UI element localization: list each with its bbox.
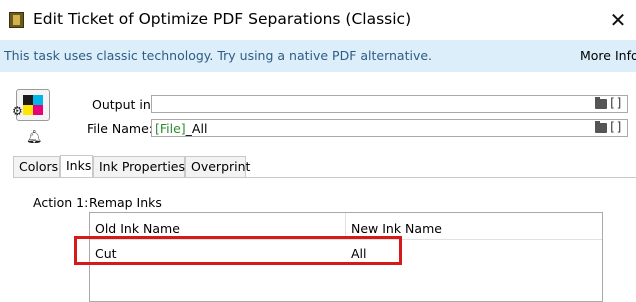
variable-bracket-icon[interactable]: []: [609, 120, 623, 134]
tab-colors[interactable]: Colors: [13, 156, 60, 177]
output-in-label: Output in:: [92, 97, 156, 112]
tab-panel-border: [13, 177, 636, 178]
file-token: [File]: [155, 121, 186, 136]
folder-icon[interactable]: [595, 97, 607, 109]
output-in-field[interactable]: []: [151, 95, 628, 113]
column-header-new-ink-name[interactable]: New Ink Name: [351, 221, 442, 236]
close-icon[interactable]: ✕: [604, 6, 632, 34]
variable-bracket-icon[interactable]: []: [609, 96, 623, 110]
gear-icon: ⚙: [12, 104, 23, 118]
classic-technology-infobar: This task uses classic technology. Try u…: [0, 40, 636, 72]
file-name-label: File Name:: [87, 121, 153, 136]
action-value: Remap Inks: [89, 195, 162, 210]
file-name-value: [File]_All: [155, 121, 207, 136]
file-name-suffix: _All: [185, 121, 208, 136]
action-label: Action 1:: [33, 195, 89, 210]
tab-ink-properties[interactable]: Ink Properties: [93, 156, 185, 177]
tab-inks[interactable]: Inks: [60, 155, 93, 178]
title-bar: Edit Ticket of Optimize PDF Separations …: [0, 0, 636, 40]
highlight-box: [74, 236, 402, 265]
app-icon: [9, 12, 24, 28]
window-title: Edit Ticket of Optimize PDF Separations …: [33, 10, 412, 28]
cmyk-swatch: [23, 95, 43, 115]
column-header-old-ink-name[interactable]: Old Ink Name: [95, 221, 180, 236]
tab-overprint[interactable]: Overprint: [185, 156, 250, 177]
infobar-message: This task uses classic technology. Try u…: [4, 48, 433, 63]
file-name-field[interactable]: [File]_All []: [151, 119, 628, 137]
bell-icon[interactable]: 🔔︎: [26, 131, 43, 144]
folder-icon[interactable]: [595, 121, 607, 133]
more-info-link[interactable]: More Info: [580, 48, 636, 63]
